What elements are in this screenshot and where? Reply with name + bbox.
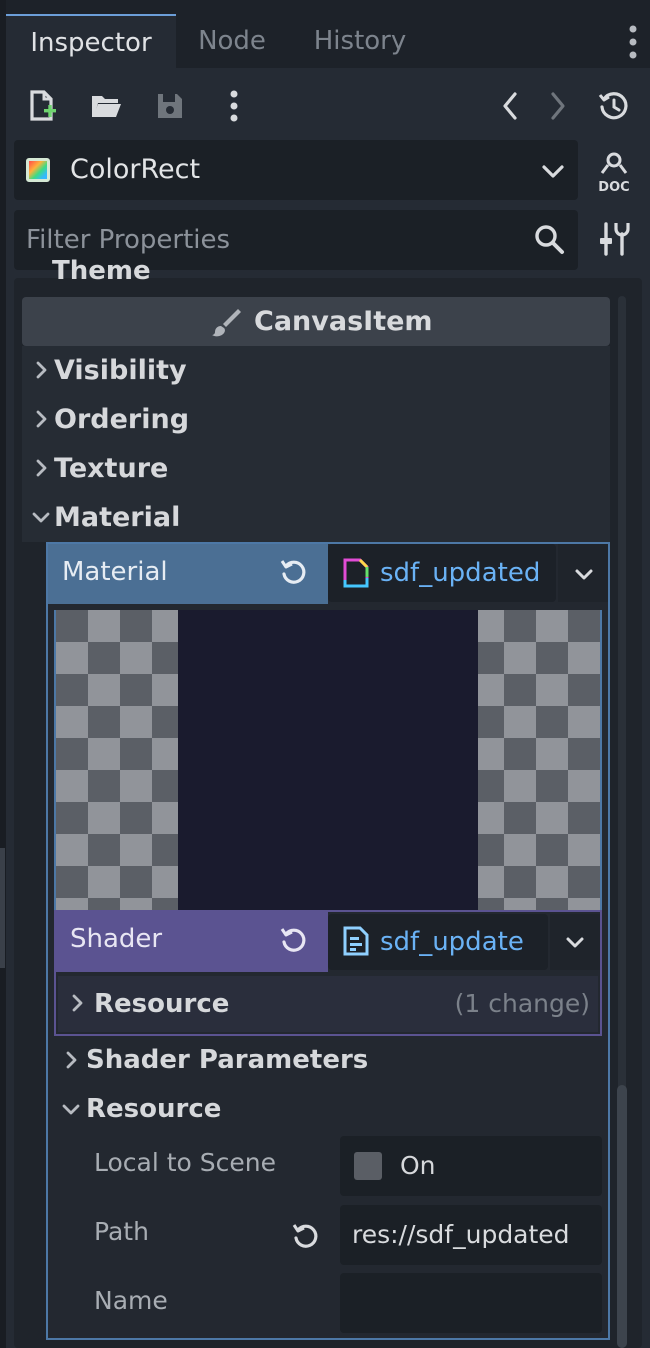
save-resource-icon[interactable]: [150, 86, 190, 126]
shader-resource-name: sdf_update: [380, 927, 524, 957]
checkbox-label: On: [400, 1151, 436, 1180]
section-ordering[interactable]: Ordering: [22, 395, 610, 444]
name-label: Name: [94, 1286, 168, 1315]
section-shader-parameters[interactable]: Shader Parameters: [86, 1035, 368, 1085]
chevron-right-icon: [72, 994, 83, 1012]
change-count: (1 change): [454, 989, 590, 1018]
tools-icon[interactable]: [596, 220, 632, 258]
object-name: ColorRect: [70, 154, 201, 185]
forward-icon[interactable]: [538, 86, 578, 126]
chevron-right-icon: [36, 361, 47, 379]
color-rect-icon: [26, 158, 50, 182]
chevron-down-icon[interactable]: [538, 156, 568, 186]
path-label: Path: [94, 1217, 149, 1246]
section-resource[interactable]: Resource: [86, 1084, 221, 1134]
tab-menu-icon[interactable]: [620, 22, 646, 62]
chevron-down-icon: [572, 562, 596, 586]
search-icon: [532, 222, 566, 256]
doc-icon[interactable]: DOC: [594, 150, 634, 195]
revert-icon[interactable]: [290, 1220, 322, 1252]
path-value: res://sdf_updated: [352, 1220, 570, 1249]
chevron-right-icon: [36, 410, 47, 428]
back-icon[interactable]: [490, 86, 530, 126]
dock-splitter[interactable]: [0, 848, 5, 968]
material-preview[interactable]: [178, 610, 478, 910]
more-options-icon[interactable]: [214, 86, 254, 126]
section-label: Texture: [54, 453, 169, 484]
revert-icon[interactable]: [278, 556, 310, 588]
brush-icon: [210, 306, 242, 338]
shader-file-icon: [342, 926, 370, 956]
revert-icon[interactable]: [278, 924, 310, 956]
local-to-scene-label: Local to Scene: [94, 1148, 277, 1177]
section-material[interactable]: Material: [22, 493, 610, 542]
section-label: Theme: [52, 256, 151, 286]
chevron-right-icon: [66, 1051, 77, 1069]
name-input[interactable]: [340, 1273, 602, 1333]
section-label: Visibility: [54, 355, 187, 386]
chevron-down-icon: [563, 930, 587, 954]
local-to-scene-checkbox[interactable]: [354, 1152, 382, 1180]
section-texture[interactable]: Texture: [22, 444, 610, 493]
material-resource-name: sdf_updated: [380, 558, 541, 588]
svg-text:DOC: DOC: [598, 180, 629, 194]
open-resource-icon[interactable]: [86, 86, 126, 126]
section-label: Material: [54, 502, 181, 533]
shader-material-icon: [342, 558, 370, 588]
tab-node[interactable]: Node: [176, 14, 288, 68]
chevron-down-icon: [32, 512, 50, 523]
category-label: CanvasItem: [254, 306, 433, 337]
chevron-right-icon: [36, 459, 47, 477]
chevron-down-icon: [62, 1104, 80, 1115]
tab-history[interactable]: History: [290, 14, 430, 68]
section-visibility[interactable]: Visibility: [22, 346, 610, 395]
shader-property-label: Shader: [70, 924, 163, 954]
shader-resource-label: Resource: [94, 989, 230, 1019]
history-icon[interactable]: [594, 86, 634, 126]
scrollbar-thumb[interactable]: [617, 1085, 627, 1348]
new-resource-icon[interactable]: [22, 86, 62, 126]
material-property-label: Material: [62, 557, 168, 587]
tab-inspector[interactable]: Inspector: [6, 14, 176, 68]
section-label: Ordering: [54, 404, 190, 435]
section-theme[interactable]: Theme: [22, 248, 222, 286]
